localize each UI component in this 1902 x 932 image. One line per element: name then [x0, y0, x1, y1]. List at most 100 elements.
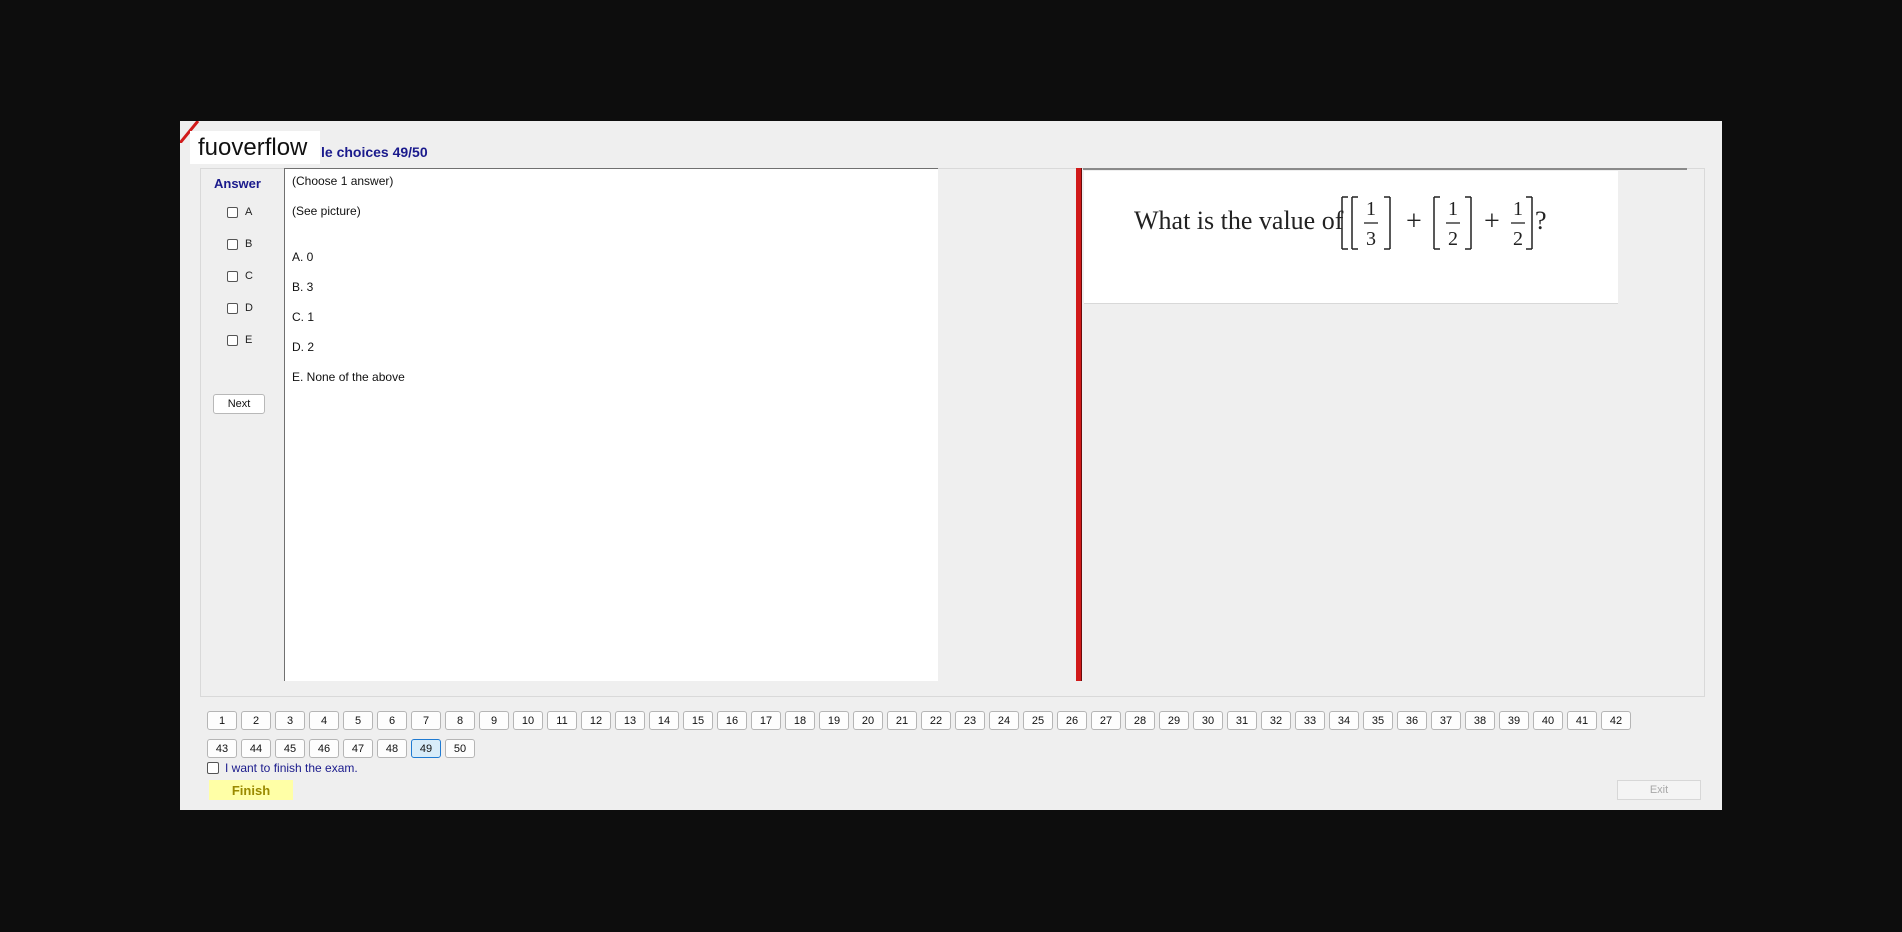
question-number-button[interactable]: 19 — [819, 711, 849, 730]
question-number-button[interactable]: 21 — [887, 711, 917, 730]
option-e-checkbox[interactable] — [227, 334, 238, 346]
question-number-button[interactable]: 15 — [683, 711, 713, 730]
question-number-button[interactable]: 38 — [1465, 711, 1495, 730]
option-a-checkbox[interactable] — [227, 206, 238, 218]
question-number-button[interactable]: 1 — [207, 711, 237, 730]
question-number-button[interactable]: 12 — [581, 711, 611, 730]
finish-button[interactable]: Finish — [209, 780, 293, 800]
plus-sign-2: + — [1484, 206, 1500, 237]
choice-e-text: E. None of the above — [292, 370, 405, 384]
question-number-button[interactable]: 3 — [275, 711, 305, 730]
question-number-button[interactable]: 17 — [751, 711, 781, 730]
question-number-button[interactable]: 16 — [717, 711, 747, 730]
choice-c-text: C. 1 — [292, 310, 315, 324]
option-a-row[interactable]: A — [227, 204, 252, 220]
question-number-button[interactable]: 34 — [1329, 711, 1359, 730]
question-number-button[interactable]: 40 — [1533, 711, 1563, 730]
finish-confirm-checkbox[interactable] — [207, 762, 219, 774]
question-number-button[interactable]: 30 — [1193, 711, 1223, 730]
question-number-button[interactable]: 23 — [955, 711, 985, 730]
option-d-checkbox[interactable] — [227, 302, 238, 314]
question-number-button[interactable]: 24 — [989, 711, 1019, 730]
question-number-button[interactable]: 32 — [1261, 711, 1291, 730]
question-number-button[interactable]: 26 — [1057, 711, 1087, 730]
question-number-button[interactable]: 45 — [275, 739, 305, 758]
question-number-button[interactable]: 25 — [1023, 711, 1053, 730]
option-b-row[interactable]: B — [227, 236, 252, 252]
question-number-button[interactable]: 49 — [411, 739, 441, 758]
question-number-button[interactable]: 35 — [1363, 711, 1393, 730]
question-number-button[interactable]: 6 — [377, 711, 407, 730]
image-suffix: ? — [1535, 206, 1547, 235]
exit-button[interactable]: Exit — [1617, 780, 1701, 800]
term2-bracket-left — [1433, 196, 1440, 250]
question-number-button[interactable]: 42 — [1601, 711, 1631, 730]
option-e-row[interactable]: E — [227, 332, 252, 348]
option-d-label: D — [245, 302, 253, 314]
question-number-button[interactable]: 36 — [1397, 711, 1427, 730]
question-image-panel: What is the value of 1 3 + 1 2 + 1 2 ? — [1084, 171, 1618, 304]
choice-b-text: B. 3 — [292, 280, 314, 294]
question-number-button[interactable]: 11 — [547, 711, 577, 730]
question-number-button[interactable]: 29 — [1159, 711, 1189, 730]
plus-sign-1: + — [1406, 206, 1422, 237]
question-number-button[interactable]: 2 — [241, 711, 271, 730]
question-instruction: (Choose 1 answer) — [292, 174, 394, 188]
choice-a-text: A. 0 — [292, 250, 314, 264]
option-e-label: E — [245, 334, 253, 346]
option-a-label: A — [245, 206, 253, 218]
question-number-button[interactable]: 27 — [1091, 711, 1121, 730]
question-number-button[interactable]: 44 — [241, 739, 271, 758]
question-number-button[interactable]: 48 — [377, 739, 407, 758]
question-number-button[interactable]: 39 — [1499, 711, 1529, 730]
option-c-label: C — [245, 270, 253, 282]
image-panel-border — [1083, 168, 1687, 170]
question-number-button[interactable]: 20 — [853, 711, 883, 730]
outer-bracket-right — [1526, 196, 1533, 250]
option-b-checkbox[interactable] — [227, 238, 238, 250]
panel-splitter[interactable] — [1076, 168, 1082, 681]
question-number-button[interactable]: 13 — [615, 711, 645, 730]
question-number-button[interactable]: 18 — [785, 711, 815, 730]
brand-watermark: fuoverflow — [190, 131, 320, 164]
option-b-label: B — [245, 238, 253, 250]
finish-confirm-label: I want to finish the exam. — [225, 761, 358, 775]
question-number-button[interactable]: 47 — [343, 739, 373, 758]
term2-bracket-right — [1465, 196, 1472, 250]
question-number-button[interactable]: 50 — [445, 739, 475, 758]
question-number-button[interactable]: 7 — [411, 711, 441, 730]
option-c-row[interactable]: C — [227, 268, 253, 284]
question-number-button[interactable]: 9 — [479, 711, 509, 730]
question-number-button[interactable]: 41 — [1567, 711, 1597, 730]
term3-denominator: 2 — [1513, 228, 1523, 250]
page-title: le choices 49/50 — [321, 144, 428, 160]
option-d-row[interactable]: D — [227, 300, 253, 316]
term1-denominator: 3 — [1366, 228, 1376, 250]
question-number-button[interactable]: 31 — [1227, 711, 1257, 730]
choice-d-text: D. 2 — [292, 340, 315, 354]
term3-numerator: 1 — [1513, 198, 1523, 220]
term1-bracket-right — [1384, 196, 1391, 250]
question-image: What is the value of 1 3 + 1 2 + 1 2 ? — [1134, 196, 1547, 250]
finish-confirm-row[interactable]: I want to finish the exam. — [207, 761, 358, 775]
question-number-button[interactable]: 10 — [513, 711, 543, 730]
question-text: (See picture) — [292, 204, 361, 218]
question-number-button[interactable]: 22 — [921, 711, 951, 730]
term2-numerator: 1 — [1448, 198, 1458, 220]
term1-numerator: 1 — [1366, 198, 1376, 220]
question-number-button[interactable]: 33 — [1295, 711, 1325, 730]
question-number-button[interactable]: 28 — [1125, 711, 1155, 730]
question-panel: (Choose 1 answer) (See picture) A. 0 B. … — [284, 168, 938, 681]
question-number-button[interactable]: 46 — [309, 739, 339, 758]
term2-denominator: 2 — [1448, 228, 1458, 250]
option-c-checkbox[interactable] — [227, 270, 238, 282]
question-number-button[interactable]: 5 — [343, 711, 373, 730]
question-number-button[interactable]: 43 — [207, 739, 237, 758]
question-number-button[interactable]: 37 — [1431, 711, 1461, 730]
question-number-button[interactable]: 14 — [649, 711, 679, 730]
question-number-button[interactable]: 8 — [445, 711, 475, 730]
image-prefix: What is the value of — [1134, 206, 1344, 235]
next-button[interactable]: Next — [213, 394, 265, 414]
question-number-button[interactable]: 4 — [309, 711, 339, 730]
term1-bracket-left — [1351, 196, 1358, 250]
